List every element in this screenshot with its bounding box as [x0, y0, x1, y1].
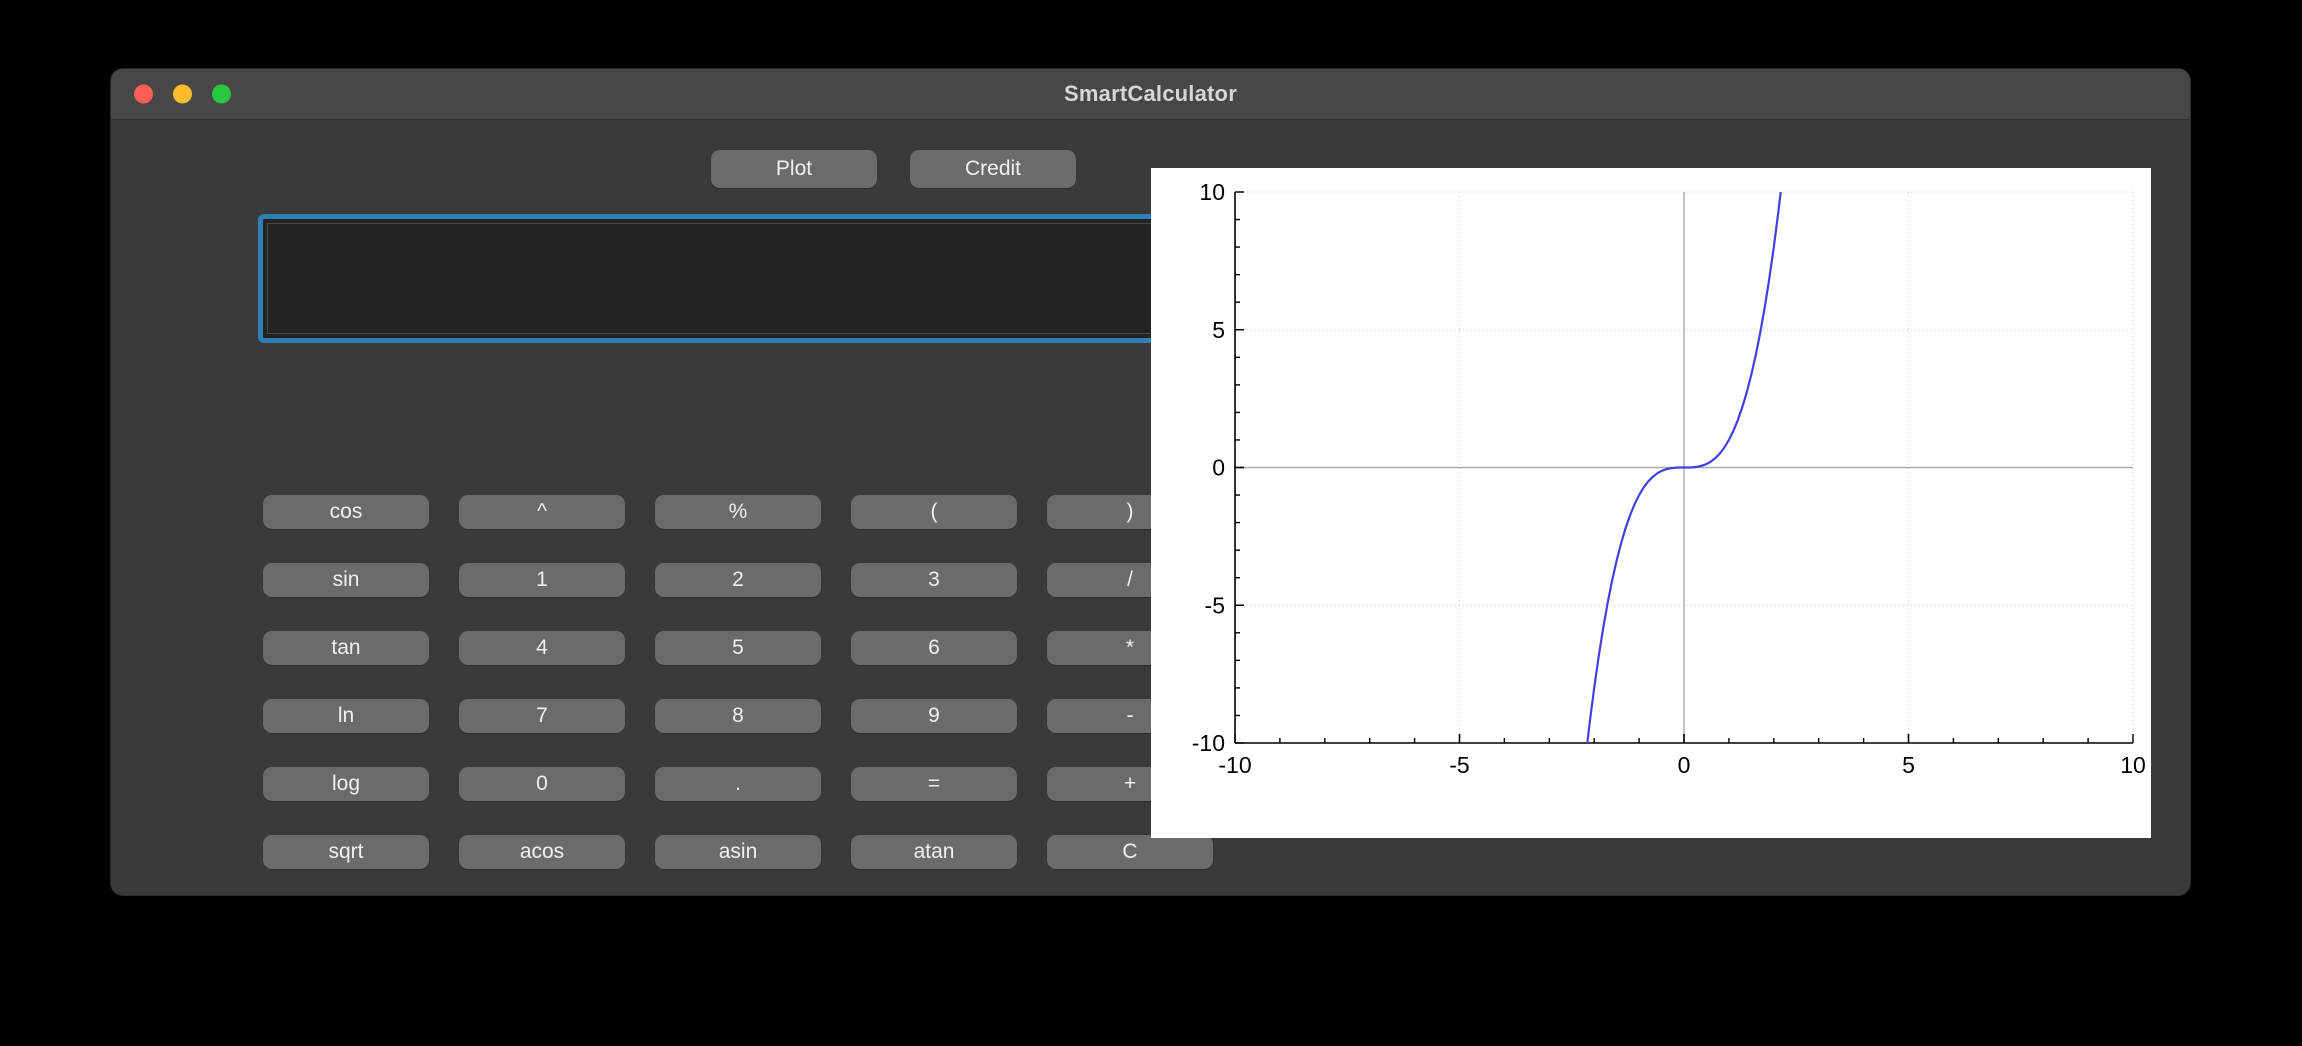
key-4[interactable]: 4 [459, 631, 625, 665]
expression-input[interactable]: x^3 [267, 223, 1230, 334]
key-9[interactable]: 9 [851, 699, 1017, 733]
function-plot: -10 -5 0 5 10-10-50510 [1151, 168, 2151, 838]
key-tan[interactable]: tan [263, 631, 429, 665]
x-tick-label: 10 [2120, 752, 2146, 778]
title-bar: SmartCalculator [111, 69, 2190, 120]
y-tick-label: 10 [1199, 179, 1225, 205]
key-[interactable]: ^ [459, 495, 625, 529]
key-7[interactable]: 7 [459, 699, 625, 733]
credit-button[interactable]: Credit [910, 150, 1076, 188]
key-log[interactable]: log [263, 767, 429, 801]
app-window: SmartCalculator Plot Credit x^3 cos^%()s… [111, 69, 2190, 895]
plot-button[interactable]: Plot [711, 150, 877, 188]
key-3[interactable]: 3 [851, 563, 1017, 597]
key-[interactable]: % [655, 495, 821, 529]
key-2[interactable]: 2 [655, 563, 821, 597]
window-title: SmartCalculator [1064, 81, 1237, 106]
y-tick-label: 5 [1212, 317, 1225, 343]
y-tick-label: 0 [1212, 455, 1225, 481]
key-6[interactable]: 6 [851, 631, 1017, 665]
plot-panel: -10 -5 0 5 10 -10 -5 0 5 10 [1151, 168, 2151, 838]
key-[interactable]: = [851, 767, 1017, 801]
key-1[interactable]: 1 [459, 563, 625, 597]
key-atan[interactable]: atan [851, 835, 1017, 869]
key-5[interactable]: 5 [655, 631, 821, 665]
key-ln[interactable]: ln [263, 699, 429, 733]
screen: SmartCalculator Plot Credit x^3 cos^%()s… [0, 0, 2302, 1046]
key-[interactable]: ( [851, 495, 1017, 529]
x-tick-label: 5 [1902, 752, 1915, 778]
key-sin[interactable]: sin [263, 563, 429, 597]
x-tick-label: -5 [1449, 752, 1469, 778]
calculator-panel: Plot Credit x^3 cos^%()sin123/tan456*ln7… [111, 120, 1239, 895]
expression-display-wrapper[interactable]: x^3 [258, 214, 1239, 343]
key-8[interactable]: 8 [655, 699, 821, 733]
key-acos[interactable]: acos [459, 835, 625, 869]
key-asin[interactable]: asin [655, 835, 821, 869]
action-buttons: Plot Credit [711, 150, 1076, 188]
key-sqrt[interactable]: sqrt [263, 835, 429, 869]
key-cos[interactable]: cos [263, 495, 429, 529]
key-C[interactable]: C [1047, 835, 1213, 869]
y-tick-label: -10 [1192, 730, 1225, 756]
x-tick-label: 0 [1678, 752, 1691, 778]
keypad: cos ^%() sin 1 2 3/tan 4 5 6 * ln 7 8 9- log 0. = + sqrt ac… [263, 495, 1213, 869]
key-0[interactable]: 0 [459, 767, 625, 801]
window-body: Plot Credit x^3 cos^%()sin123/tan456*ln7… [111, 120, 2190, 895]
key-[interactable]: . [655, 767, 821, 801]
y-tick-label: -5 [1205, 592, 1225, 618]
